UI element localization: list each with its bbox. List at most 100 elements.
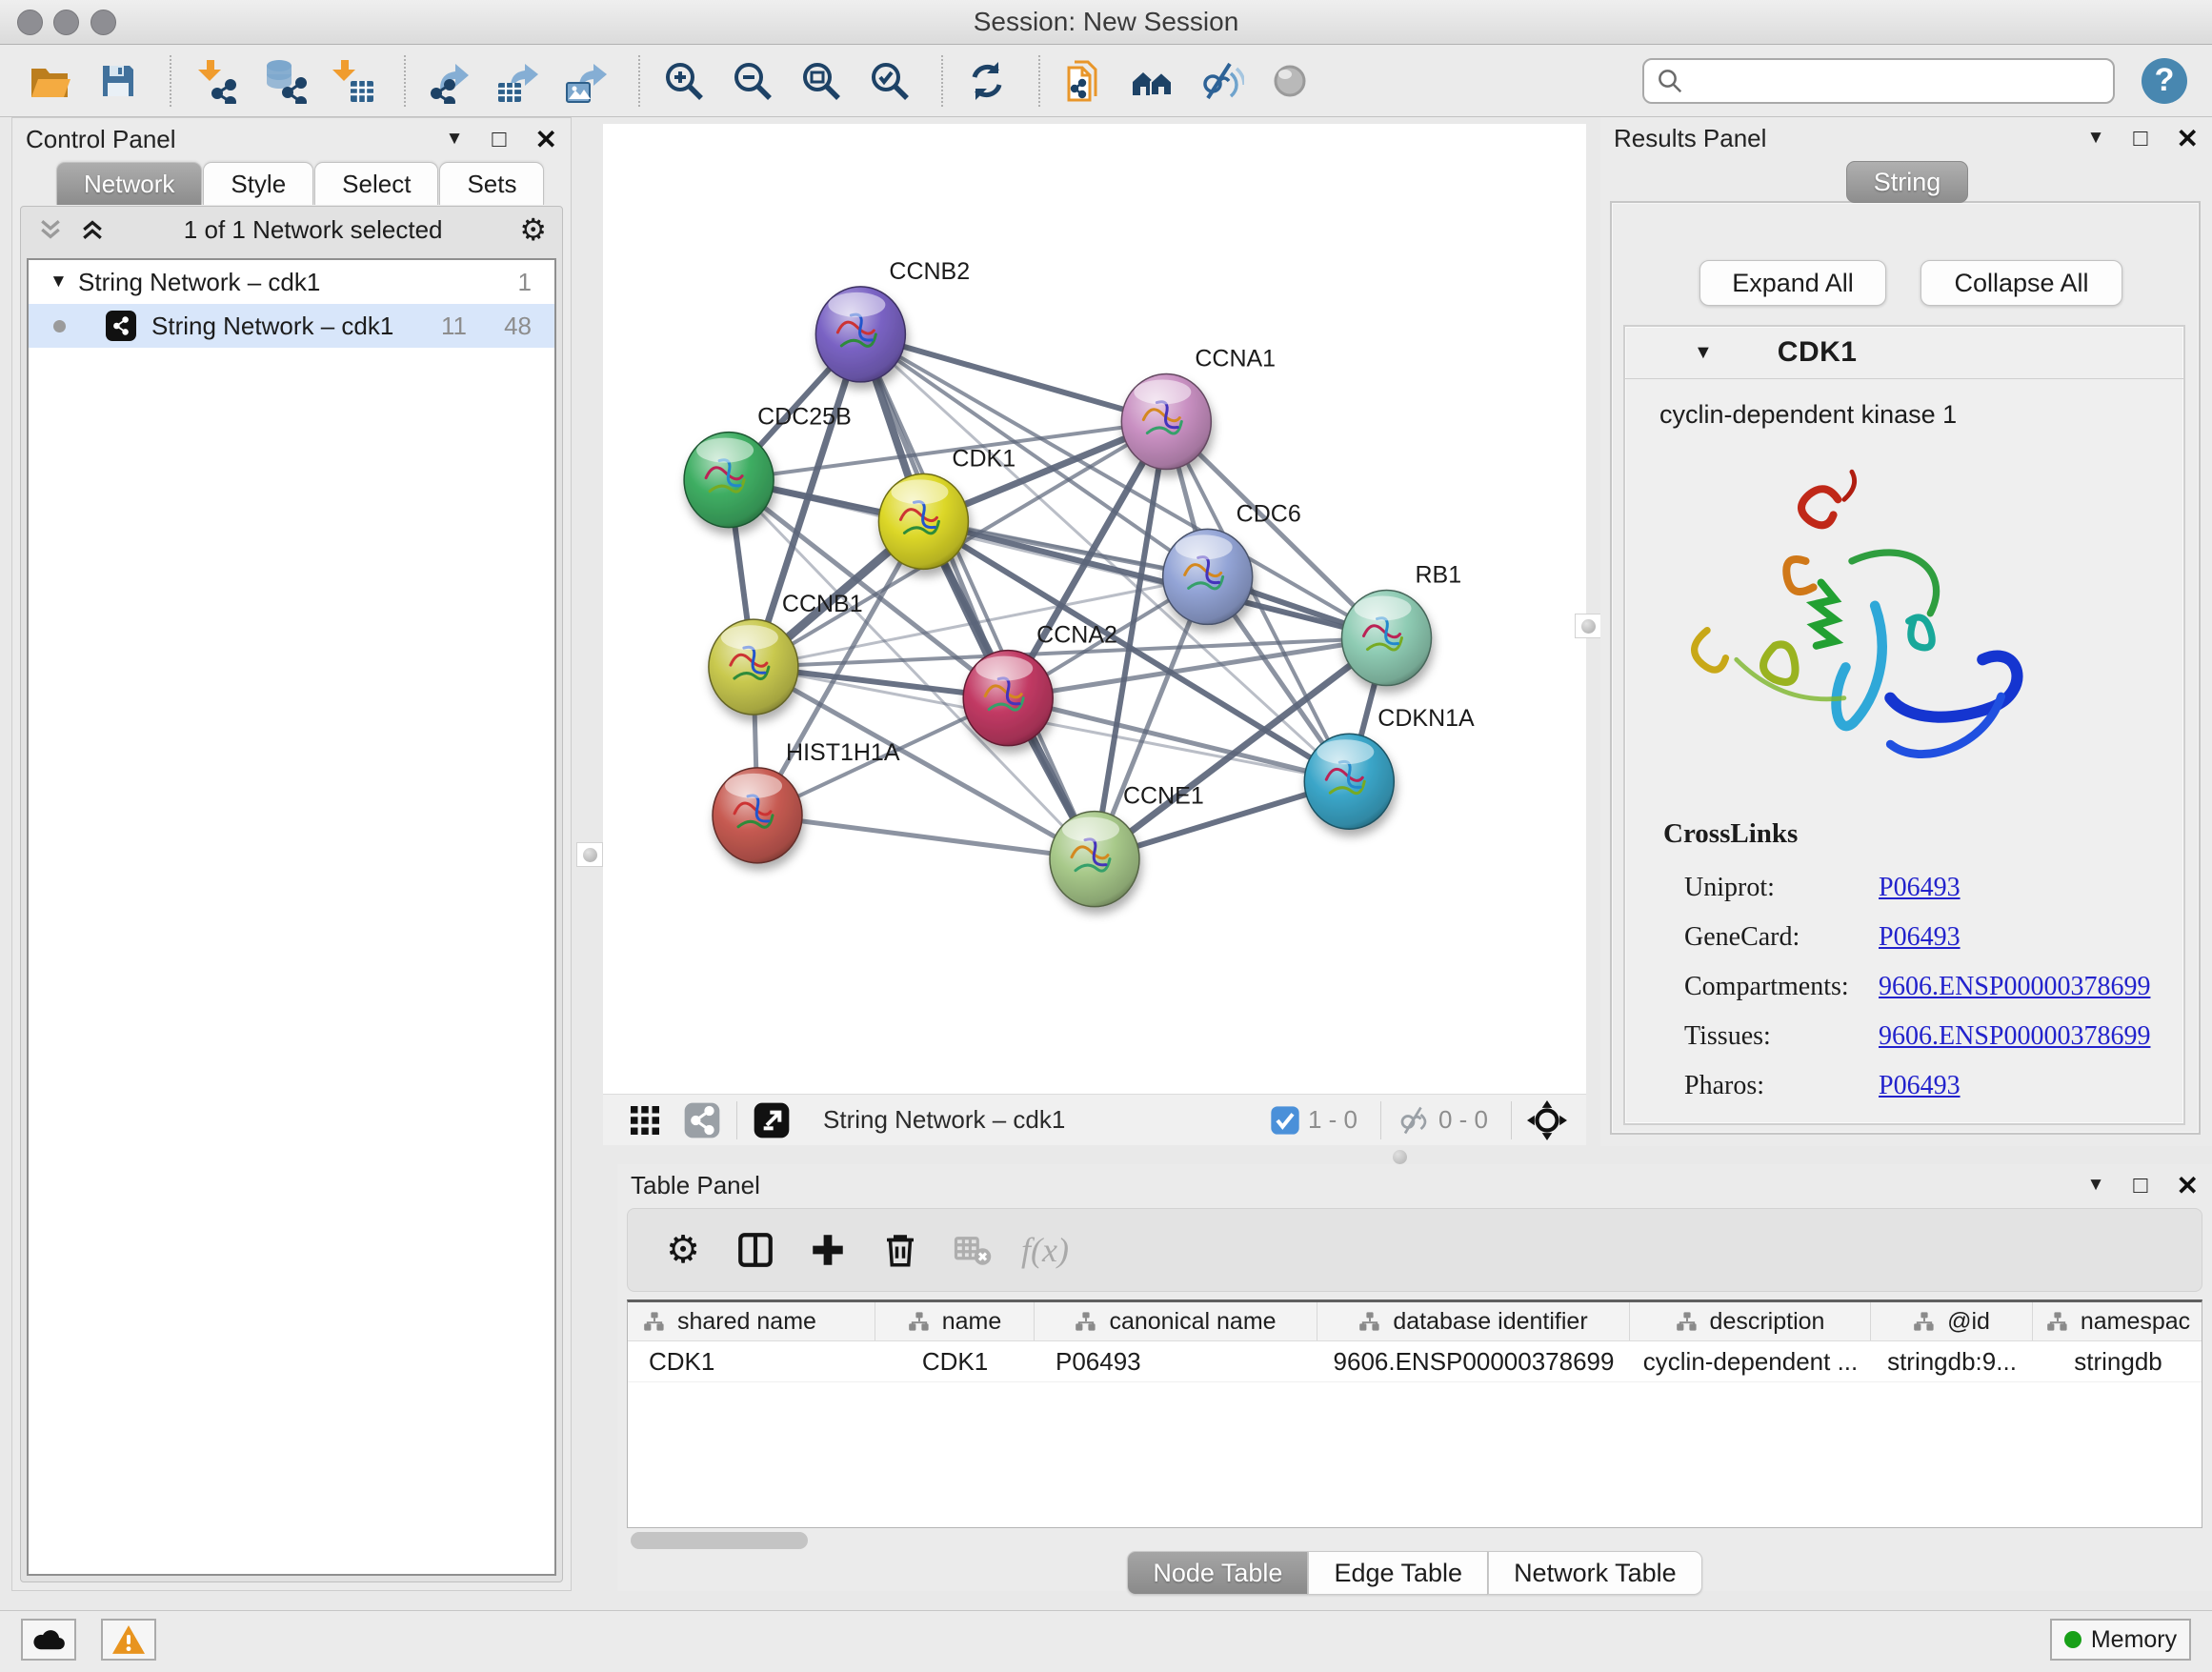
birdseye-grid-icon[interactable] <box>628 1103 662 1138</box>
node-label-CDKN1A: CDKN1A <box>1377 705 1475 732</box>
export-table-icon[interactable] <box>493 56 543 106</box>
crosslink-value-link[interactable]: 9606.ENSP00000378699 <box>1879 972 2150 1002</box>
expand-all-button[interactable]: Expand All <box>1699 260 1886 306</box>
column-header--id[interactable]: @id <box>1871 1302 2033 1340</box>
node-gloss-highlight <box>891 479 948 504</box>
network-edge-CCNB2-CCNE1[interactable] <box>860 334 1095 859</box>
panel-float-icon[interactable]: □ <box>492 126 506 153</box>
table-cell[interactable]: P06493 <box>1035 1341 1317 1381</box>
column-header-namespac[interactable]: namespac <box>2033 1302 2202 1340</box>
network-node-CCNA1[interactable]: CCNA1 <box>1121 346 1276 470</box>
tab-node-table[interactable]: Node Table <box>1127 1551 1308 1595</box>
glass-ball-orb-icon[interactable] <box>1265 56 1315 106</box>
import-table-icon[interactable] <box>328 56 377 106</box>
table-horizontal-scrollbar[interactable] <box>631 1532 808 1549</box>
right-splitter-handle[interactable] <box>1575 614 1601 638</box>
crosslink-value-link[interactable]: P06493 <box>1879 873 1961 903</box>
network-collection-row[interactable]: ▼ String Network – cdk1 1 <box>29 260 554 304</box>
import-database-icon[interactable] <box>259 56 309 106</box>
panel-menu-caret-icon[interactable]: ▼ <box>446 129 464 150</box>
column-header-canonical-name[interactable]: canonical name <box>1035 1302 1317 1340</box>
search-input[interactable] <box>1694 65 2101 96</box>
panel-menu-caret-icon[interactable]: ▼ <box>2087 128 2105 149</box>
panel-menu-caret-icon[interactable]: ▼ <box>2087 1175 2105 1196</box>
panel-float-icon[interactable]: □ <box>2133 125 2147 152</box>
table-row[interactable]: CDK1CDK1P064939606.ENSP00000378699cyclin… <box>628 1341 2202 1382</box>
tab-string[interactable]: String <box>1846 161 1968 203</box>
crosslink-value-link[interactable]: P06493 <box>1879 922 1961 953</box>
gene-card-header[interactable]: ▼ CDK1 <box>1625 327 2183 379</box>
help-button[interactable]: ? <box>2142 58 2187 104</box>
show-columns-icon[interactable] <box>729 1227 782 1273</box>
gene-collapse-caret-icon[interactable]: ▼ <box>1694 342 1713 364</box>
zoom-out-icon[interactable] <box>728 56 777 106</box>
table-cell[interactable]: cyclin-dependent ... <box>1630 1341 1871 1381</box>
network-view-canvas[interactable]: CCNB2CCNA1CDC25BCDK1CDC6RB1CCNB1CCNA2CDK… <box>603 124 1586 1094</box>
network-node-HIST1H1A[interactable]: HIST1H1A <box>713 739 900 863</box>
expand-all-chevrons-icon[interactable] <box>78 215 107 244</box>
panel-close-icon[interactable]: ✕ <box>2177 1170 2199 1201</box>
network-node-CDK1[interactable]: CDK1 <box>878 445 1016 569</box>
zoom-in-icon[interactable] <box>659 56 709 106</box>
bottom-splitter-handle[interactable] <box>1393 1150 1407 1164</box>
panel-close-icon[interactable]: ✕ <box>2177 123 2199 154</box>
search-box[interactable] <box>1642 58 2115 104</box>
tab-sets[interactable]: Sets <box>439 162 544 205</box>
save-session-button[interactable] <box>93 56 143 106</box>
memory-button[interactable]: Memory <box>2050 1619 2191 1661</box>
network-edge-HIST1H1A-CCNE1[interactable] <box>757 816 1095 859</box>
clone-network-document-icon[interactable] <box>1059 56 1109 106</box>
table-cell[interactable]: stringdb <box>2033 1341 2202 1381</box>
open-in-window-icon[interactable] <box>753 1101 791 1139</box>
string-home-houses-icon[interactable] <box>1128 56 1177 106</box>
table-cell[interactable]: 9606.ENSP00000378699 <box>1317 1341 1630 1381</box>
add-column-icon[interactable] <box>801 1227 855 1273</box>
export-image-icon[interactable] <box>562 56 612 106</box>
panel-float-icon[interactable]: □ <box>2133 1172 2147 1199</box>
column-header-database-identifier[interactable]: database identifier <box>1317 1302 1630 1340</box>
table-options-gear-icon[interactable]: ⚙ <box>656 1227 710 1273</box>
column-header-name[interactable]: name <box>875 1302 1035 1340</box>
crosslink-value-link[interactable]: P06493 <box>1879 1071 1961 1101</box>
refresh-icon[interactable] <box>962 56 1012 106</box>
node-gloss-highlight <box>721 625 778 650</box>
network-node-CCNE1[interactable]: CCNE1 <box>1050 783 1204 907</box>
node-gloss-highlight <box>1176 534 1233 559</box>
tab-network-table[interactable]: Network Table <box>1488 1551 1702 1595</box>
delete-column-trash-icon[interactable] <box>874 1227 927 1273</box>
network-node-CDKN1A[interactable]: CDKN1A <box>1304 705 1475 829</box>
table-cell[interactable]: CDK1 <box>628 1341 875 1381</box>
column-header-shared-name[interactable]: shared name <box>628 1302 875 1340</box>
crosslink-value-link[interactable]: 9606.ENSP00000378699 <box>1879 1021 2150 1052</box>
import-network-icon[interactable] <box>191 56 240 106</box>
network-node-CCNB1[interactable]: CCNB1 <box>709 591 863 715</box>
open-session-button[interactable] <box>25 56 74 106</box>
warning-status-button[interactable] <box>101 1619 156 1661</box>
zoom-selected-icon[interactable] <box>865 56 915 106</box>
collapse-all-chevrons-icon[interactable] <box>36 215 65 244</box>
collapse-all-button[interactable]: Collapse All <box>1920 260 2122 306</box>
collection-caret-icon[interactable]: ▼ <box>50 272 78 292</box>
hidden-glasses-icon[interactable] <box>1397 1103 1431 1138</box>
network-node-RB1[interactable]: RB1 <box>1342 562 1462 686</box>
network-node-CCNB2[interactable]: CCNB2 <box>815 258 970 382</box>
network-row-selected[interactable]: String Network – cdk1 11 48 <box>29 304 554 348</box>
network-options-gear-icon[interactable]: ⚙ <box>519 212 547 248</box>
fit-selected-crosshair-icon[interactable] <box>1527 1100 1567 1140</box>
column-header-description[interactable]: description <box>1630 1302 1871 1340</box>
tab-select[interactable]: Select <box>314 162 438 205</box>
export-network-icon[interactable] <box>425 56 474 106</box>
glass-ball-effect-glasses-icon[interactable] <box>1196 56 1246 106</box>
network-selected-status: 1 of 1 Network selected <box>107 215 519 245</box>
zoom-fit-icon[interactable] <box>796 56 846 106</box>
table-cell[interactable]: stringdb:9... <box>1871 1341 2033 1381</box>
tab-edge-table[interactable]: Edge Table <box>1308 1551 1488 1595</box>
selected-checkbox-icon[interactable] <box>1270 1105 1300 1136</box>
panel-close-icon[interactable]: ✕ <box>535 124 557 155</box>
network-share-badge-icon[interactable] <box>683 1101 721 1139</box>
left-splitter-handle[interactable] <box>576 842 603 867</box>
table-cell[interactable]: CDK1 <box>875 1341 1035 1381</box>
tab-network[interactable]: Network <box>56 162 202 205</box>
tab-style[interactable]: Style <box>203 162 313 205</box>
cloud-status-button[interactable] <box>21 1619 76 1661</box>
